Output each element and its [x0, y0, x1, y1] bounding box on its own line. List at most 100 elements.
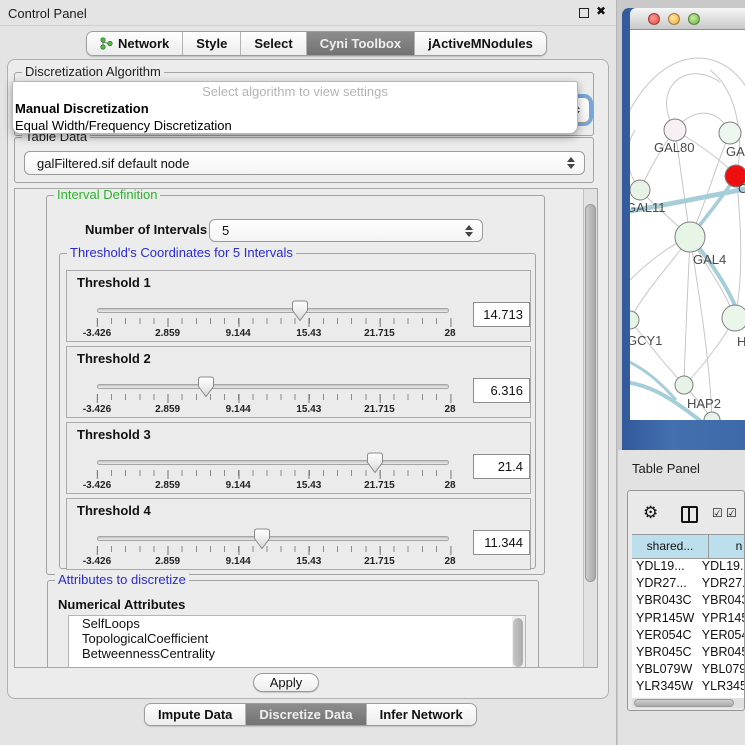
network-canvas[interactable]: GAL80 GA C GAL11 GAL4 GCY1 H HAP2: [630, 30, 745, 420]
float-window-icon[interactable]: [579, 8, 589, 18]
cell-name[interactable]: YBL079W: [696, 662, 745, 679]
slider-thumb[interactable]: [366, 452, 384, 474]
interval-definition-group: Interval Definition Number of Intervals …: [46, 195, 545, 575]
node-gal4[interactable]: [675, 222, 705, 252]
scale-tick-label: 2.859: [155, 404, 180, 415]
checkbox-icon[interactable]: ☑: [712, 506, 723, 520]
slider-thumb[interactable]: [253, 528, 271, 550]
network-view-window[interactable]: GAL80 GA C GAL11 GAL4 GCY1 H HAP2: [622, 8, 745, 450]
threshold-value-field[interactable]: 11.344: [473, 530, 530, 555]
close-traffic-light-icon[interactable]: [648, 13, 660, 25]
slider-track[interactable]: [97, 308, 449, 313]
cell-name[interactable]: YBR043C: [696, 593, 745, 610]
slider-ticks: [97, 546, 450, 552]
cell-shared-name[interactable]: YBR045C: [632, 645, 696, 662]
cell-shared-name[interactable]: YDL19...: [632, 559, 696, 576]
table-row[interactable]: YDL19... YDL19...: [632, 559, 745, 576]
attribute-list-item[interactable]: BetweennessCentrality: [69, 646, 525, 661]
checkbox-icon[interactable]: ☑: [726, 506, 737, 520]
scale-tick-label: 15.43: [296, 556, 321, 567]
cell-shared-name[interactable]: YER054C: [632, 628, 696, 645]
node-gal11[interactable]: [630, 180, 650, 200]
table-data-combo[interactable]: galFiltered.sif default node: [24, 151, 585, 175]
tab-infer-network[interactable]: Infer Network: [367, 704, 476, 725]
numerical-attributes-list[interactable]: SelfLoopsTopologicalCoefficientBetweenne…: [68, 615, 526, 668]
table-row[interactable]: YBR043C YBR043C: [632, 593, 745, 610]
table-row[interactable]: YPR145W YPR145W: [632, 611, 745, 628]
cell-shared-name[interactable]: YDR27...: [632, 576, 696, 593]
slider-track[interactable]: [97, 536, 449, 541]
threshold-value-field[interactable]: 6.316: [473, 378, 530, 403]
gear-icon[interactable]: ⚙: [643, 503, 658, 523]
network-window-titlebar[interactable]: [630, 8, 745, 30]
table-row[interactable]: YLR345W YLR345W: [632, 679, 745, 696]
scale-tick-label: 21.715: [364, 328, 395, 339]
threshold-label: Threshold 3: [77, 427, 151, 442]
cell-name[interactable]: YLR345W: [696, 679, 745, 696]
node-gcy1[interactable]: [630, 311, 639, 329]
algorithm-option-equal-width[interactable]: Equal Width/Frequency Discretization: [13, 117, 577, 134]
scale-tick-label: 28: [444, 480, 455, 491]
control-panel-title: Control Panel: [8, 6, 87, 21]
scale-tick-label: 2.859: [155, 480, 180, 491]
slider-thumb[interactable]: [197, 376, 215, 398]
tab-cyni-toolbox[interactable]: Cyni Toolbox: [307, 32, 415, 55]
column-header-shared-name[interactable]: shared...: [632, 534, 709, 559]
table-row[interactable]: YBL079W YBL079W: [632, 662, 745, 679]
attribute-list-item[interactable]: SelfLoops: [69, 616, 525, 631]
tab-network[interactable]: Network: [87, 32, 183, 55]
algorithm-option-manual[interactable]: Manual Discretization: [13, 100, 577, 117]
table-row[interactable]: YDR27... YDR27...: [632, 576, 745, 593]
node-top-right[interactable]: [719, 122, 741, 144]
cell-shared-name[interactable]: YBR043C: [632, 593, 696, 610]
column-layout-icon[interactable]: [681, 506, 698, 523]
number-of-intervals-combo[interactable]: 5: [209, 219, 483, 242]
apply-button[interactable]: Apply: [253, 673, 319, 692]
tab-style-label: Style: [196, 36, 227, 51]
tab-discretize-data[interactable]: Discretize Data: [246, 704, 366, 725]
scale-tick-label: 9.144: [226, 404, 251, 415]
settings-vertical-scrollbar[interactable]: [583, 189, 597, 667]
slider-thumb[interactable]: [291, 300, 309, 322]
tab-impute-data[interactable]: Impute Data: [145, 704, 246, 725]
node-gal80[interactable]: [664, 119, 686, 141]
cell-name[interactable]: YPR145W: [696, 611, 745, 628]
tab-jactivemnodules[interactable]: jActiveMNodules: [415, 32, 546, 55]
cell-name[interactable]: YDL19...: [696, 559, 745, 576]
slider-track[interactable]: [97, 460, 449, 465]
threshold-value-field[interactable]: 14.713: [473, 302, 530, 327]
scale-tick-label: 15.43: [296, 328, 321, 339]
column-header-name[interactable]: n: [709, 534, 745, 559]
threshold-label: Threshold 1: [77, 275, 151, 290]
cell-name[interactable]: YER054C: [696, 628, 745, 645]
scrollbar-thumb[interactable]: [585, 204, 596, 582]
node-hap2[interactable]: [675, 376, 693, 394]
cell-shared-name[interactable]: YLR345W: [632, 679, 696, 696]
threshold-panel: Threshold 4 -3.4262.8599.14415.4321.7152…: [66, 498, 531, 570]
table-horizontal-scrollbar[interactable]: [632, 698, 745, 708]
tab-network-label: Network: [118, 36, 169, 51]
table-row[interactable]: YER054C YER054C: [632, 628, 745, 645]
attribute-list-item[interactable]: TopologicalCoefficient: [69, 631, 525, 646]
scale-tick-label: 28: [444, 556, 455, 567]
scrollbar-thumb[interactable]: [634, 699, 734, 707]
cell-name[interactable]: YBR045C: [696, 645, 745, 662]
node-right[interactable]: [722, 305, 745, 331]
attributes-group-title: Attributes to discretize: [55, 573, 189, 587]
zoom-traffic-light-icon[interactable]: [688, 13, 700, 25]
slider-track[interactable]: [97, 384, 449, 389]
cell-shared-name[interactable]: YBL079W: [632, 662, 696, 679]
minimize-traffic-light-icon[interactable]: [668, 13, 680, 25]
table-row[interactable]: YBR045C YBR045C: [632, 645, 745, 662]
tab-select[interactable]: Select: [241, 32, 306, 55]
node-bottom[interactable]: [704, 412, 720, 420]
node-table[interactable]: YDL19... YDL19... YDR27... YDR27... YBR0…: [632, 559, 745, 698]
close-icon[interactable]: ✖: [596, 4, 606, 18]
attributes-list-scrollbar[interactable]: [512, 616, 525, 668]
threshold-value-field[interactable]: 21.4: [473, 454, 530, 479]
cell-name[interactable]: YDR27...: [696, 576, 745, 593]
tab-style[interactable]: Style: [183, 32, 241, 55]
slider-ticks: [97, 470, 450, 476]
cell-shared-name[interactable]: YPR145W: [632, 611, 696, 628]
scrollbar-thumb[interactable]: [513, 618, 523, 667]
